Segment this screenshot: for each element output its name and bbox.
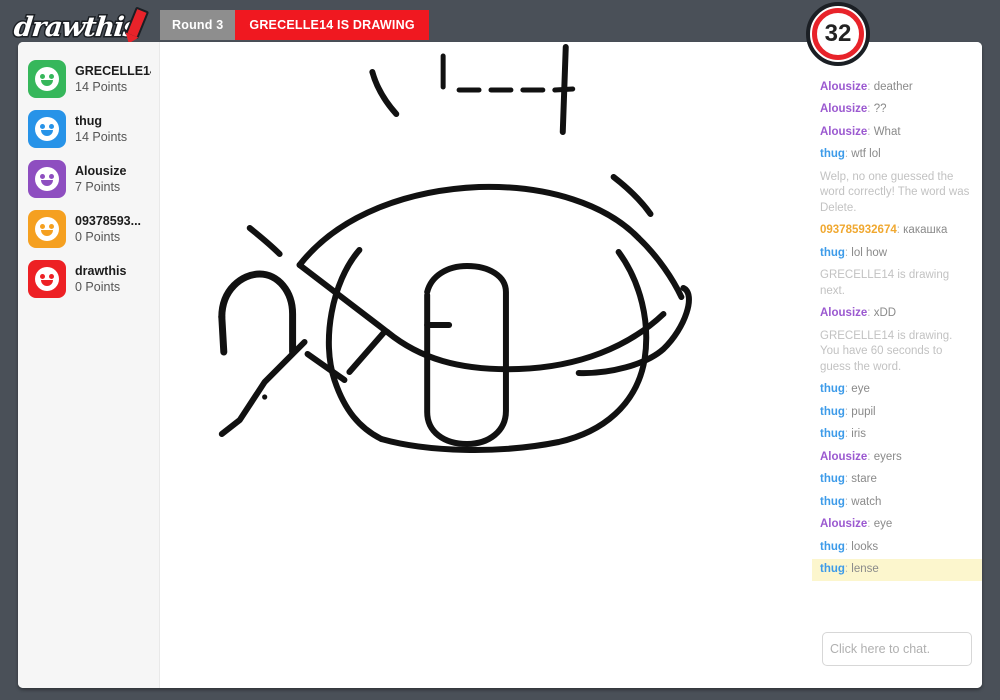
chat-author: thug xyxy=(820,428,845,440)
chat-message: thug: iris xyxy=(820,428,866,440)
chat-text: What xyxy=(873,125,901,138)
player-name: thug xyxy=(75,114,103,128)
chat-panel: Alousize: deather Alousize: ?? Alousize: W… xyxy=(812,42,982,688)
drawing-strokes xyxy=(218,44,692,453)
chat-text: looks xyxy=(851,540,879,553)
chat-text: eye xyxy=(851,383,870,395)
player-points: 7 Points xyxy=(75,180,121,194)
chat-author: Alousize xyxy=(820,450,868,463)
chat-author: Alousize xyxy=(820,125,868,138)
chat-author: thug xyxy=(820,246,845,259)
chat-message: thug: looks xyxy=(820,540,879,553)
chat-text: lense xyxy=(851,563,879,575)
chat-system-message: GRECELLE14 is drawing. You have 60 secon… xyxy=(812,325,982,379)
chat-message: Alousize: What xyxy=(820,125,901,138)
chat-system-message: Welp, no one guessed the word correctly!… xyxy=(812,166,982,220)
chat-message: Alousize: xDD xyxy=(820,307,897,319)
header-tabs: Round 3 GRECELLE14 IS DRAWING xyxy=(160,10,429,40)
chat-text: GRECELLE14 is drawing. You have 60 secon… xyxy=(820,329,953,373)
chat-message: thug: lense xyxy=(812,558,982,581)
chat-message: Alousize: ?? xyxy=(820,103,887,115)
smiley-face-icon xyxy=(28,210,66,248)
chat-message: 093785932674: какашка xyxy=(820,224,948,236)
player-row: drawthis 0 Points xyxy=(18,254,159,304)
chat-text: wtf lol xyxy=(851,148,881,160)
player-info: 09378593... 0 Points xyxy=(75,213,141,245)
chat-text: ?? xyxy=(873,103,887,115)
chat-author: thug xyxy=(820,405,845,418)
player-info: drawthis 0 Points xyxy=(75,263,126,295)
game-board: GRECELLE14 14 Points thug 14 Points Alousize… xyxy=(18,42,982,688)
chat-author: Alousize xyxy=(820,518,868,530)
chat-messages: Alousize: deather Alousize: ?? Alousize: W… xyxy=(812,76,982,628)
chat-text: eye xyxy=(873,518,893,530)
timer-value: 32 xyxy=(824,20,852,47)
chat-author: thug xyxy=(820,540,845,553)
chat-input-wrapper xyxy=(812,628,982,688)
player-points: 14 Points xyxy=(75,130,128,144)
player-info: Alousize 7 Points xyxy=(75,163,126,195)
round-badge: Round 3 xyxy=(160,10,236,40)
chat-author: 093785932674 xyxy=(820,224,897,236)
chat-message: thug: watch xyxy=(820,495,882,508)
chat-message: thug: eye xyxy=(820,383,870,395)
chat-message: thug: lol how xyxy=(820,246,888,259)
chat-text: stare xyxy=(851,473,877,485)
player-list: GRECELLE14 14 Points thug 14 Points Alousize… xyxy=(18,42,160,688)
player-points: 0 Points xyxy=(75,280,121,294)
player-name: drawthis xyxy=(75,264,127,278)
timer-badge: 32 xyxy=(806,2,870,66)
chat-message: thug: stare xyxy=(820,473,877,485)
player-name: 09378593... xyxy=(75,214,142,228)
player-row: GRECELLE14 14 Points xyxy=(18,54,159,104)
chat-text: GRECELLE14 is drawing next. xyxy=(820,269,950,297)
player-row: Alousize 7 Points xyxy=(18,154,159,204)
game-page: drawthis Round 3 GRECELLE14 IS DRAWING 3… xyxy=(0,0,1000,700)
chat-text: eyers xyxy=(873,450,902,463)
player-info: GRECELLE14 14 Points xyxy=(75,63,151,95)
chat-author: Alousize xyxy=(820,80,868,93)
player-points: 14 Points xyxy=(75,80,128,94)
player-name: Alousize xyxy=(75,164,127,178)
chat-message: Alousize: deather xyxy=(820,80,913,93)
chat-author: thug xyxy=(820,148,845,160)
timer-ring: 32 xyxy=(812,8,864,60)
smiley-face-icon xyxy=(28,160,66,198)
chat-message: thug: pupil xyxy=(820,405,876,418)
chat-system-message: GRECELLE14 is drawing next. xyxy=(812,265,982,303)
chat-text: xDD xyxy=(873,307,897,319)
drawing-status-badge: GRECELLE14 IS DRAWING xyxy=(235,10,429,40)
chat-text: pupil xyxy=(851,405,876,418)
chat-author: thug xyxy=(820,495,845,508)
smiley-face-icon xyxy=(28,60,66,98)
chat-author: thug xyxy=(820,473,845,485)
chat-author: Alousize xyxy=(820,307,868,319)
chat-author: Alousize xyxy=(820,103,868,115)
player-points: 0 Points xyxy=(75,230,121,244)
chat-author: thug xyxy=(820,563,845,575)
chat-author: thug xyxy=(820,383,845,395)
smiley-face-icon xyxy=(28,110,66,148)
player-name: GRECELLE14 xyxy=(75,64,151,78)
chat-message: Alousize: eyers xyxy=(820,450,902,463)
chat-text: lol how xyxy=(851,246,888,259)
smiley-face-icon xyxy=(28,260,66,298)
chat-text: deather xyxy=(873,80,913,93)
chat-text: Welp, no one guessed the word correctly!… xyxy=(820,170,970,214)
chat-text: iris xyxy=(851,428,866,440)
drawing-canvas[interactable] xyxy=(160,42,812,688)
chat-input[interactable] xyxy=(822,632,972,666)
chat-message: thug: wtf lol xyxy=(820,148,881,160)
chat-message: Alousize: eye xyxy=(820,518,893,530)
logo-text: drawthis xyxy=(11,11,141,45)
player-row: 09378593... 0 Points xyxy=(18,204,159,254)
player-row: thug 14 Points xyxy=(18,104,159,154)
chat-text: watch xyxy=(851,495,882,508)
chat-text: какашка xyxy=(903,224,948,236)
player-info: thug 14 Points xyxy=(75,113,127,145)
